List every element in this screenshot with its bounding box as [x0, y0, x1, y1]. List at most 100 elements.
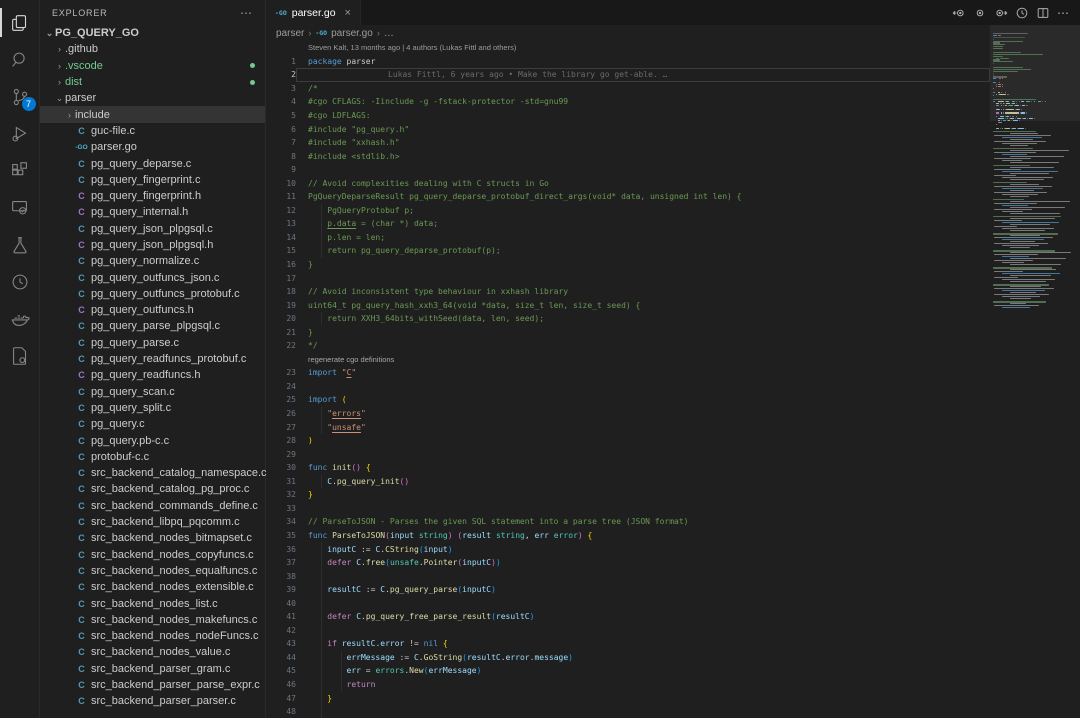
code-line[interactable]: 19uint64_t pg_query_hash_xxh3_64(void *d… — [266, 298, 990, 312]
code-line[interactable]: 5#cgo LDFLAGS: — [266, 109, 990, 123]
line-number[interactable]: 27 — [266, 423, 296, 432]
tree-item-src-backend-nodes-bitmapset.c[interactable]: Csrc_backend_nodes_bitmapset.c — [40, 530, 265, 546]
line-number[interactable]: 24 — [266, 382, 296, 391]
code-line[interactable]: 43 if resultC.error != nil { — [266, 637, 990, 651]
minimap[interactable] — [990, 25, 1080, 718]
tree-item-pg-query-scan.c[interactable]: Cpg_query_scan.c — [40, 384, 265, 400]
line-number[interactable]: 36 — [266, 545, 296, 554]
line-number[interactable]: 15 — [266, 246, 296, 255]
line-number[interactable]: 29 — [266, 450, 296, 459]
line-number[interactable]: 16 — [266, 260, 296, 269]
code-line[interactable]: 45 err = errors.New(errMessage) — [266, 664, 990, 678]
line-number[interactable]: 20 — [266, 314, 296, 323]
explorer-icon[interactable] — [0, 4, 40, 41]
line-number[interactable]: 7 — [266, 138, 296, 147]
tree-item-src-backend-commands-define.c[interactable]: Csrc_backend_commands_define.c — [40, 498, 265, 514]
line-number[interactable]: 46 — [266, 680, 296, 689]
line-number[interactable]: 31 — [266, 477, 296, 486]
line-number[interactable]: 25 — [266, 395, 296, 404]
line-number[interactable]: 35 — [266, 531, 296, 540]
tree-item-pg-query-fingerprint.h[interactable]: Cpg_query_fingerprint.h — [40, 188, 265, 204]
line-number[interactable]: 40 — [266, 599, 296, 608]
code-line[interactable]: 24 — [266, 380, 990, 394]
line-number[interactable]: 39 — [266, 585, 296, 594]
code-line[interactable]: 4#cgo CFLAGS: -Iinclude -g -fstack-prote… — [266, 95, 990, 109]
tree-item-pg-query-fingerprint.c[interactable]: Cpg_query_fingerprint.c — [40, 172, 265, 188]
tree-item-pg-query-deparse.c[interactable]: Cpg_query_deparse.c — [40, 155, 265, 171]
line-number[interactable]: 2 — [266, 70, 296, 79]
line-number[interactable]: 14 — [266, 233, 296, 242]
tree-item-src-backend-nodes-value.c[interactable]: Csrc_backend_nodes_value.c — [40, 644, 265, 660]
breadcrumb-file[interactable]: parser.go — [331, 28, 373, 39]
code-editor[interactable]: Steven Kalt, 13 months ago | 4 authors (… — [266, 41, 990, 718]
search-icon[interactable] — [0, 41, 40, 78]
line-number[interactable]: 18 — [266, 287, 296, 296]
code-line[interactable]: 40 — [266, 596, 990, 610]
code-line[interactable]: 6#include "pg_query.h" — [266, 122, 990, 136]
tree-item-src-backend-catalog-namespace.c[interactable]: Csrc_backend_catalog_namespace.c — [40, 465, 265, 481]
line-number[interactable]: 4 — [266, 97, 296, 106]
code-line[interactable]: 33 — [266, 502, 990, 516]
testing-icon[interactable] — [0, 226, 40, 263]
tree-item-src-backend-nodes-makefuncs.c[interactable]: Csrc_backend_nodes_makefuncs.c — [40, 612, 265, 628]
line-number[interactable]: 45 — [266, 666, 296, 675]
tree-item-guc-file.c[interactable]: Cguc-file.c — [40, 123, 265, 139]
line-number[interactable]: 5 — [266, 111, 296, 120]
next-change-icon[interactable] — [994, 6, 1008, 20]
code-line[interactable]: 36 inputC := C.CString(input) — [266, 542, 990, 556]
line-number[interactable]: 47 — [266, 694, 296, 703]
tree-item-pg-query-split.c[interactable]: Cpg_query_split.c — [40, 400, 265, 416]
codelens-row[interactable]: regenerate cgo definitions — [266, 353, 990, 367]
code-line[interactable]: 26 "errors" — [266, 407, 990, 421]
tree-item-src-backend-catalog-pg-proc.c[interactable]: Csrc_backend_catalog_pg_proc.c — [40, 481, 265, 497]
line-number[interactable]: 11 — [266, 192, 296, 201]
code-line[interactable]: 30func init() { — [266, 461, 990, 475]
tree-item-src-backend-parser-parse-expr.c[interactable]: Csrc_backend_parser_parse_expr.c — [40, 677, 265, 693]
line-number[interactable]: 26 — [266, 409, 296, 418]
code-line[interactable]: 42 — [266, 624, 990, 638]
code-line[interactable]: 15 return pg_query_deparse_protobuf(p); — [266, 244, 990, 258]
line-number[interactable]: 48 — [266, 707, 296, 716]
line-number[interactable]: 3 — [266, 84, 296, 93]
line-number[interactable]: 21 — [266, 328, 296, 337]
code-line[interactable]: 14 p.len = len; — [266, 231, 990, 245]
tree-item-pg-query.c[interactable]: Cpg_query.c — [40, 416, 265, 432]
code-line[interactable]: 18// Avoid inconsistent type behaviour i… — [266, 285, 990, 299]
code-line[interactable]: 37 defer C.free(unsafe.Pointer(inputC)) — [266, 556, 990, 570]
line-number[interactable]: 41 — [266, 612, 296, 621]
tree-item-pg-query-outfuncs.h[interactable]: Cpg_query_outfuncs.h — [40, 302, 265, 318]
tree-item-src-backend-parser-parser.c[interactable]: Csrc_backend_parser_parser.c — [40, 693, 265, 709]
code-line[interactable]: 12 PgQueryProtobuf p; — [266, 204, 990, 218]
line-number[interactable]: 12 — [266, 206, 296, 215]
tree-item-.vscode[interactable]: ›.vscode — [40, 58, 265, 74]
tree-item-pg-query-json-plpgsql.c[interactable]: Cpg_query_json_plpgsql.c — [40, 221, 265, 237]
tab-close-icon[interactable]: × — [345, 7, 351, 19]
code-line[interactable]: 35func ParseToJSON(input string) (result… — [266, 529, 990, 543]
code-line[interactable]: 21} — [266, 325, 990, 339]
line-number[interactable]: 32 — [266, 490, 296, 499]
code-line[interactable]: 27 "unsafe" — [266, 420, 990, 434]
run-debug-icon[interactable] — [0, 115, 40, 152]
codelens-text[interactable]: Steven Kalt, 13 months ago | 4 authors (… — [296, 41, 990, 55]
code-line[interactable]: 32} — [266, 488, 990, 502]
code-line[interactable]: 38 — [266, 569, 990, 583]
tree-item-pg-query-json-plpgsql.h[interactable]: Cpg_query_json_plpgsql.h — [40, 237, 265, 253]
tree-item-src-backend-nodes-equalfuncs.c[interactable]: Csrc_backend_nodes_equalfuncs.c — [40, 563, 265, 579]
line-number[interactable]: 9 — [266, 165, 296, 174]
line-number[interactable]: 17 — [266, 274, 296, 283]
line-number[interactable]: 1 — [266, 57, 296, 66]
line-number[interactable]: 38 — [266, 572, 296, 581]
tree-item-src-backend-parser-gram.c[interactable]: Csrc_backend_parser_gram.c — [40, 661, 265, 677]
tree-item-dist[interactable]: ›dist — [40, 74, 265, 90]
code-line[interactable]: 44 errMessage := C.GoString(resultC.erro… — [266, 651, 990, 665]
line-number[interactable]: 8 — [266, 152, 296, 161]
code-line[interactable]: 34// ParseToJSON - Parses the given SQL … — [266, 515, 990, 529]
tree-item-include[interactable]: ›include — [40, 106, 265, 122]
code-line[interactable]: 23import "C" — [266, 366, 990, 380]
code-line[interactable]: 22*/ — [266, 339, 990, 353]
remote-explorer-icon[interactable] — [0, 189, 40, 226]
breadcrumb-folder[interactable]: parser — [276, 28, 304, 39]
tree-item-pg-query-normalize.c[interactable]: Cpg_query_normalize.c — [40, 253, 265, 269]
tree-item-src-backend-nodes-nodefuncs.c[interactable]: Csrc_backend_nodes_nodeFuncs.c — [40, 628, 265, 644]
code-line[interactable]: 17 — [266, 271, 990, 285]
